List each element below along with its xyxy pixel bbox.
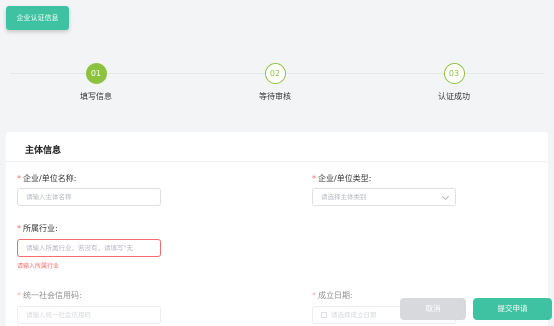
required-mark: * — [312, 174, 316, 183]
required-mark: * — [17, 224, 21, 233]
step-circle: 01 — [85, 63, 107, 84]
step-label: 等待审核 — [259, 92, 291, 101]
step-label: 填写信息 — [80, 92, 112, 101]
date-label: * 成立日期: — [312, 291, 353, 300]
required-mark: * — [17, 291, 21, 300]
step-label: 认证成功 — [438, 92, 470, 101]
step-cert-success: 03 认证成功 — [414, 63, 494, 102]
step-circle: 03 — [443, 63, 465, 84]
section-divider — [6, 161, 548, 162]
section-title: 主体信息 — [25, 146, 62, 156]
industry-label: * 所属行业: — [17, 224, 58, 233]
type-select[interactable]: 请选择主体类别 — [312, 188, 456, 206]
name-input[interactable]: 请输入主体名称 — [17, 188, 161, 206]
credit-code-label: * 统一社会信用码: — [17, 291, 82, 300]
name-label: * 企业/单位名称: — [17, 174, 77, 183]
type-label: * 企业/单位类型: — [312, 174, 372, 183]
calendar-icon — [321, 312, 327, 318]
enterprise-cert-tab[interactable]: 企业认证信息 — [6, 6, 69, 30]
type-select-placeholder: 请选择主体类别 — [321, 193, 367, 201]
required-mark: * — [17, 174, 21, 183]
main-info-card: 主体信息 * 企业/单位名称: 请输入主体名称 * 企业/单位类型: 请选择主体类别… — [6, 132, 548, 326]
chevron-down-icon — [441, 192, 450, 201]
step-await-review: 02 等待审核 — [235, 63, 315, 102]
cancel-button[interactable]: 取消 — [400, 298, 466, 320]
industry-error-message: 请输入所属行业 — [17, 263, 60, 270]
required-mark: * — [312, 291, 316, 300]
industry-input[interactable]: 请输入所属行业，若没有，请填写"无 — [17, 239, 161, 257]
step-circle: 02 — [264, 63, 286, 84]
date-placeholder: 请选择成立日期 — [331, 311, 377, 319]
step-fill-info: 01 填写信息 — [56, 63, 136, 102]
submit-button[interactable]: 提交申请 — [473, 298, 552, 320]
credit-code-input[interactable]: 请输入统一社会信用码 — [17, 306, 161, 324]
